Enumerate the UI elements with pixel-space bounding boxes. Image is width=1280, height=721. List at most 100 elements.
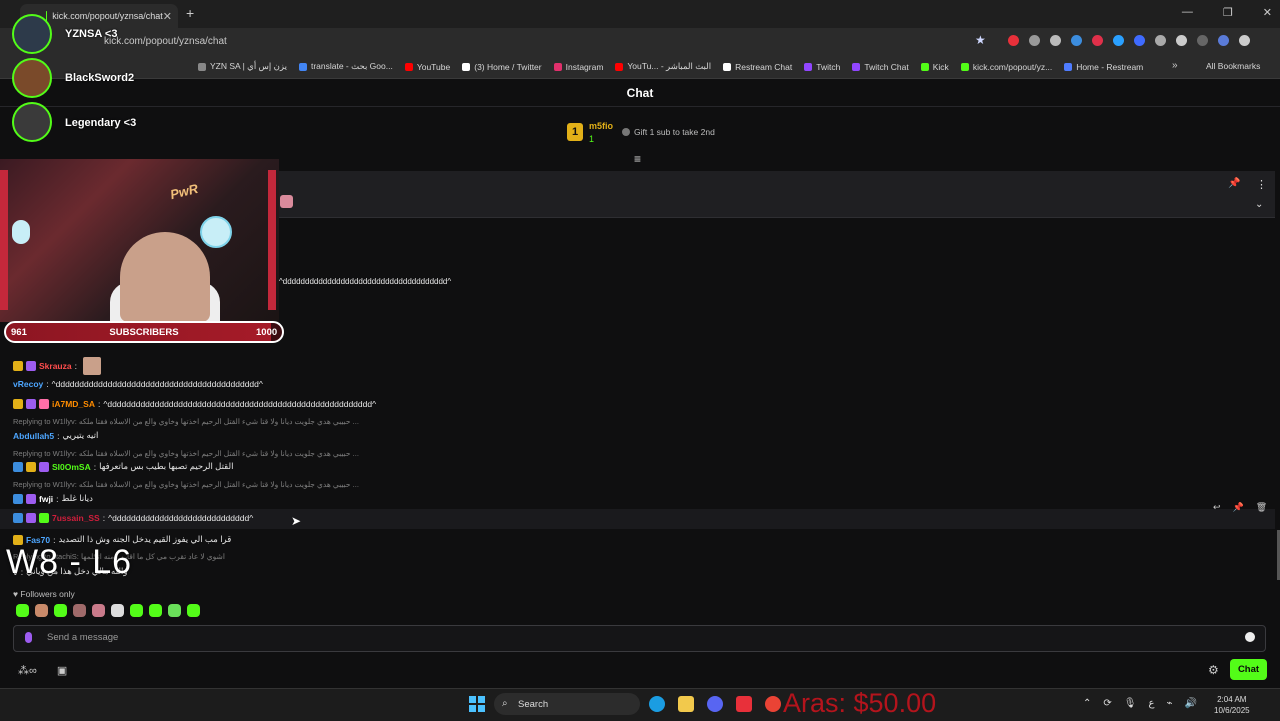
all-bookmarks-link[interactable]: All Bookmarks [1206, 61, 1260, 71]
microphone-icon[interactable]: 🎙 [1124, 698, 1137, 709]
chat-filter-icon[interactable]: ≡ [634, 152, 641, 166]
bookmark-item[interactable]: Instagram [554, 61, 604, 72]
emote-button[interactable] [73, 604, 86, 617]
close-tab-icon[interactable]: ✕ [163, 10, 172, 23]
streaming-app-icon[interactable] [736, 696, 752, 712]
delete-icon[interactable]: 🗑 [1256, 502, 1267, 513]
emote-button[interactable] [35, 604, 48, 617]
discord-icon[interactable] [707, 696, 723, 712]
chat-username[interactable]: Abdullah5 [13, 431, 54, 441]
chrome-icon[interactable] [765, 696, 781, 712]
user-badge-icon [13, 361, 23, 371]
taskbar-search[interactable] [494, 693, 640, 715]
bookmark-star-icon[interactable]: ★ [975, 33, 986, 47]
chat-message[interactable]: 7ussain_SS:^dddddddddddddddddddddddddddd… [13, 513, 253, 523]
emote-image [83, 357, 101, 375]
emote-button[interactable] [92, 604, 105, 617]
minimize-icon[interactable]: — [1182, 6, 1193, 19]
extension-icon[interactable] [1050, 35, 1061, 46]
gear-icon[interactable]: ⚙ [1208, 663, 1219, 677]
bookmark-item[interactable]: (3) Home / Twitter [462, 61, 541, 72]
extension-icon[interactable] [1008, 35, 1019, 46]
chat-username[interactable]: Skrauza [39, 361, 72, 371]
username-separator: : [103, 513, 105, 523]
webcam-decor [12, 220, 30, 244]
top-gifter-name[interactable]: m5fio [589, 121, 613, 131]
store-icon[interactable]: ▣ [57, 664, 67, 677]
send-chat-button[interactable]: Chat [1230, 659, 1267, 680]
chat-username[interactable]: vRecoy [13, 379, 43, 389]
bookmark-item[interactable]: YouTube [405, 61, 450, 72]
chat-username[interactable]: SI0OmSA [52, 462, 91, 472]
more-options-icon[interactable]: ⋮ [1256, 178, 1267, 191]
chat-message[interactable]: Abdullah5:اتيه يتيريي [13, 430, 98, 441]
more-bookmarks-icon[interactable]: » [1172, 60, 1178, 71]
extension-icon[interactable] [1092, 35, 1103, 46]
gift-sub-cta[interactable]: Gift 1 sub to take 2nd [622, 127, 715, 137]
bookmark-item[interactable]: Twitch Chat [852, 61, 908, 72]
emote-button[interactable] [54, 604, 67, 617]
chat-message[interactable]: iA7MD_SA:^dddddddddddddddddddddddddddddd… [13, 399, 376, 409]
emoji-icon[interactable] [1245, 632, 1255, 642]
chat-message[interactable]: Skrauza: [13, 357, 101, 375]
message-input[interactable] [13, 625, 1266, 652]
bookmark-item[interactable]: Kick [921, 61, 949, 72]
extension-icon[interactable] [1155, 35, 1166, 46]
chat-message[interactable]: vRecoy:^dddddddddddddddddddddddddddddddd… [13, 379, 263, 389]
url-field[interactable]: kick.com/popout/yznsa/chat [104, 36, 227, 47]
volume-icon[interactable]: 🔊 [1184, 698, 1196, 709]
emote-button[interactable] [149, 604, 162, 617]
close-window-icon[interactable]: ✕ [1263, 6, 1272, 19]
community-icon[interactable]: ⁂∞ [18, 664, 37, 677]
bookmark-item[interactable]: YZN SA | يزن إس أي [198, 61, 287, 72]
bookmark-item[interactable]: Home - Restream [1064, 61, 1143, 72]
sidebar-icon[interactable] [1197, 35, 1208, 46]
user-badge-icon [26, 361, 36, 371]
emote-button[interactable] [111, 604, 124, 617]
emote-button[interactable] [16, 604, 29, 617]
username-separator: : [75, 361, 77, 371]
bookmark-item[interactable]: kick.com/popout/yz... [961, 61, 1052, 72]
extension-icon[interactable] [1029, 35, 1040, 46]
chat-username[interactable]: fwji [39, 494, 53, 504]
donation-alert: Aras: $50.00 [783, 688, 936, 719]
bookmark-favicon-icon [615, 63, 623, 71]
extension-icon[interactable] [1071, 35, 1082, 46]
emote-button[interactable] [168, 604, 181, 617]
language-indicator[interactable]: ع [1148, 698, 1154, 709]
file-explorer-icon[interactable] [678, 696, 694, 712]
browser-menu-icon[interactable] [1239, 35, 1250, 46]
chevron-up-icon[interactable]: ⌃ [1083, 698, 1091, 709]
reply-icon[interactable]: ↩ [1213, 502, 1221, 513]
edge-icon[interactable] [649, 696, 665, 712]
reply-preview[interactable]: Replying to W1llyv: حبيبي هدي جلويت ديان… [13, 449, 359, 458]
bookmark-item[interactable]: Restream Chat [723, 61, 792, 72]
bookmark-item[interactable]: Twitch [804, 61, 840, 72]
maximize-icon[interactable]: ❐ [1223, 6, 1233, 19]
emote-button[interactable] [130, 604, 143, 617]
mic-icon[interactable] [25, 632, 32, 643]
chat-message[interactable]: SI0OmSA:القتل الرحيم تصبها بطيب بس ماتعر… [13, 461, 233, 472]
taskbar-clock[interactable]: 2:04 AM 10/6/2025 [1214, 694, 1250, 716]
network-icon[interactable]: ⌁ [1166, 698, 1172, 709]
bookmark-item[interactable]: translate - بحث Goo... [299, 61, 393, 72]
sync-icon[interactable]: ⟳ [1103, 698, 1111, 709]
new-tab-icon[interactable]: + [186, 5, 194, 21]
pin-message-icon[interactable]: 📌 [1233, 502, 1244, 513]
bookmark-item[interactable]: YouTu... - البث المباشر [615, 61, 711, 72]
windows-start-icon[interactable] [469, 696, 485, 712]
extension-icon[interactable] [1113, 35, 1124, 46]
chevron-down-icon[interactable]: ⌄ [1255, 199, 1263, 210]
emote-button[interactable] [187, 604, 200, 617]
pin-icon[interactable]: 📌 [1228, 178, 1240, 189]
chat-message-text: اتيه يتيريي [62, 430, 98, 441]
profile-avatar-icon[interactable] [1218, 35, 1229, 46]
extension-icon[interactable] [1134, 35, 1145, 46]
chat-username[interactable]: iA7MD_SA [52, 399, 95, 409]
chat-message[interactable]: fwji:ديانا غلط [13, 493, 93, 504]
pinned-message[interactable] [279, 171, 1275, 218]
reply-preview[interactable]: Replying to W1llyv: حبيبي هدي جلويت ديان… [13, 480, 359, 489]
reply-preview[interactable]: Replying to W1llyv: حبيبي هدي جلويت ديان… [13, 417, 359, 426]
extensions-puzzle-icon[interactable] [1176, 35, 1187, 46]
chat-username[interactable]: 7ussain_SS [52, 513, 100, 523]
